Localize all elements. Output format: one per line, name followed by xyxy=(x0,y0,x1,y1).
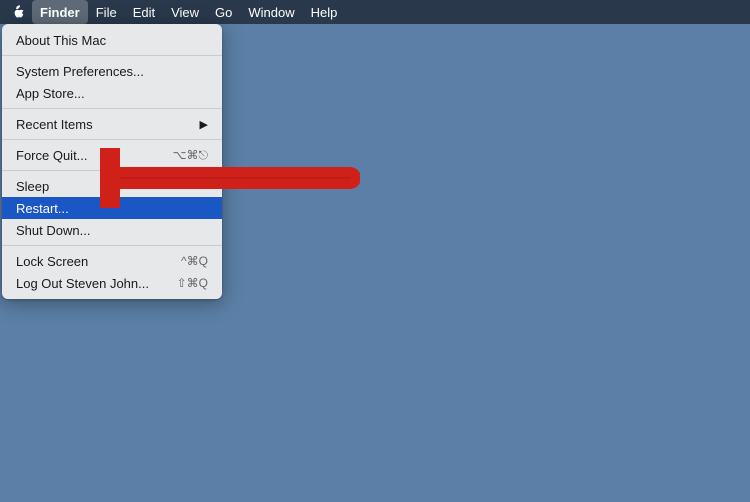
force-quit-shortcut: ⌥⌘⎋ xyxy=(173,148,208,163)
menubar-help[interactable]: Help xyxy=(303,0,346,24)
menu-item-lock-screen[interactable]: Lock Screen ^⌘Q xyxy=(2,250,222,272)
menubar-go[interactable]: Go xyxy=(207,0,240,24)
menu-item-sleep[interactable]: Sleep xyxy=(2,175,222,197)
menu-separator-2 xyxy=(2,108,222,109)
lock-screen-shortcut: ^⌘Q xyxy=(181,254,208,268)
menu-separator-5 xyxy=(2,245,222,246)
menubar-file[interactable]: File xyxy=(88,0,125,24)
menu-item-force-quit[interactable]: Force Quit... ⌥⌘⎋ xyxy=(2,144,222,166)
menu-item-shutdown[interactable]: Shut Down... xyxy=(2,219,222,241)
menu-item-system-prefs[interactable]: System Preferences... xyxy=(2,60,222,82)
menubar-view[interactable]: View xyxy=(163,0,207,24)
recent-items-arrow: ▶ xyxy=(200,118,208,131)
menu-item-about[interactable]: About This Mac xyxy=(2,29,222,51)
menubar: Finder File Edit View Go Window Help xyxy=(0,0,750,24)
apple-menu-icon[interactable] xyxy=(8,2,28,22)
menubar-window[interactable]: Window xyxy=(240,0,302,24)
apple-dropdown-menu: About This Mac System Preferences... App… xyxy=(2,24,222,299)
menu-separator-1 xyxy=(2,55,222,56)
menu-item-logout[interactable]: Log Out Steven John... ⇧⌘Q xyxy=(2,272,222,294)
menubar-edit[interactable]: Edit xyxy=(125,0,163,24)
menu-separator-4 xyxy=(2,170,222,171)
menu-item-restart[interactable]: Restart... xyxy=(2,197,222,219)
logout-shortcut: ⇧⌘Q xyxy=(177,276,208,290)
menu-item-recent-items[interactable]: Recent Items ▶ xyxy=(2,113,222,135)
menubar-finder[interactable]: Finder xyxy=(32,0,88,24)
menu-separator-3 xyxy=(2,139,222,140)
menu-item-app-store[interactable]: App Store... xyxy=(2,82,222,104)
